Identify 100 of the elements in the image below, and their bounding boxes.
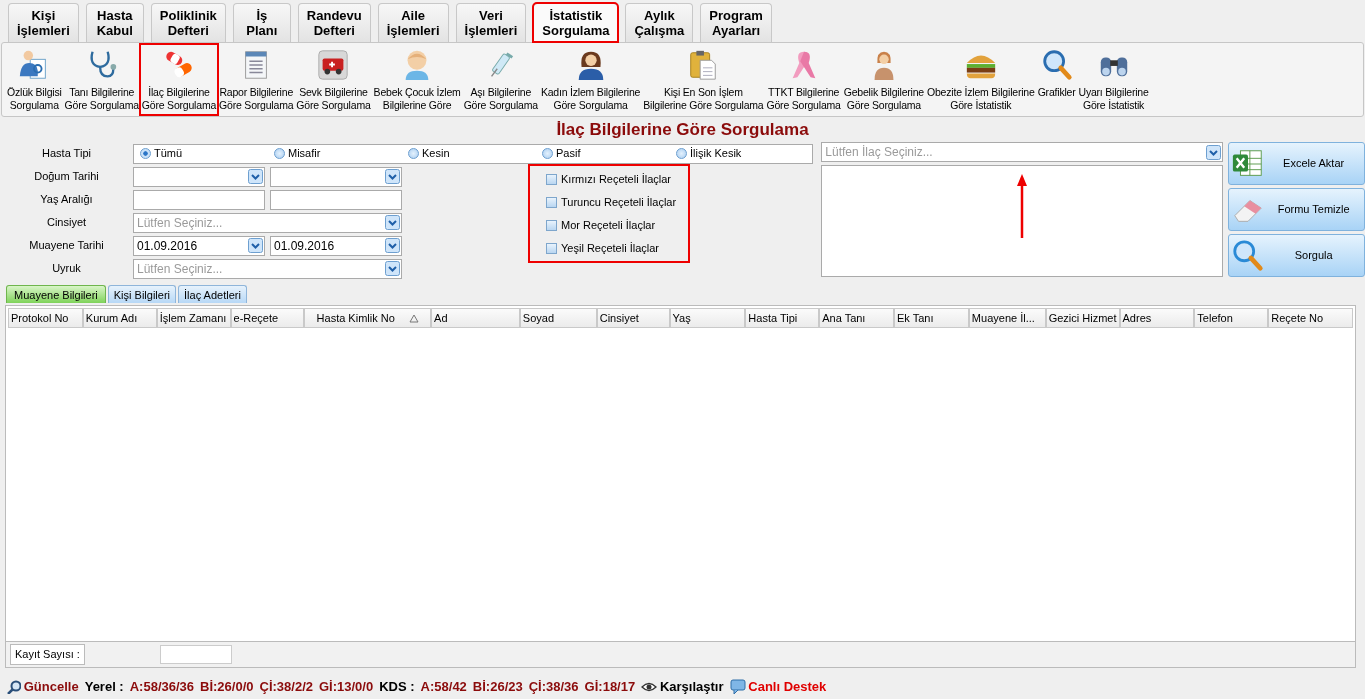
toolbar-item[interactable]: Kadın İzlem Bilgilerine Göre Sorgulama — [539, 45, 642, 114]
checkbox[interactable] — [546, 174, 557, 185]
column-header[interactable]: Ek Tanı — [894, 308, 969, 328]
dropdown-icon — [1206, 144, 1222, 160]
radio-label: Pasif — [556, 146, 581, 162]
menu-tab[interactable]: Hasta Kabul — [85, 3, 144, 42]
eye-icon — [641, 680, 658, 694]
checkbox[interactable] — [546, 197, 557, 208]
toolbar-item[interactable]: İlaç Bilgilerine Göre Sorgulama — [140, 45, 218, 114]
status-count: Gİ:18/17 — [584, 678, 636, 697]
column-header[interactable]: Yaş — [669, 308, 746, 328]
radio-button[interactable] — [140, 148, 151, 159]
menu-tab[interactable]: Kişi İşlemleri — [8, 3, 79, 42]
field-label: Hasta Tipi — [41, 146, 92, 162]
checkbox[interactable] — [546, 243, 557, 254]
menu-tab[interactable]: Poliklinik Defteri — [150, 3, 226, 42]
combo-box[interactable] — [270, 166, 402, 187]
list-box[interactable] — [821, 165, 1224, 277]
status-count: A:58/36/36 — [129, 678, 195, 697]
field-label: Uyruk — [51, 261, 82, 277]
toolbar-item[interactable]: Obezite İzlem Bilgilerine Göre İstatistik — [926, 45, 1036, 114]
action-button[interactable]: Formu Temizle — [1228, 188, 1365, 231]
column-header[interactable]: Soyad — [519, 308, 597, 328]
status-count: Çİ:38/2/2 — [259, 678, 313, 697]
checkbox-label: Yeşil Reçeteli İlaçlar — [561, 241, 660, 257]
radio-label: Kesin — [422, 146, 450, 162]
combo-box[interactable]: 01.09.2016 — [133, 235, 265, 256]
menu-tab[interactable]: İstatistik Sorgulama — [533, 3, 619, 42]
menu-tab[interactable]: Aile İşlemleri — [377, 3, 449, 42]
checkbox[interactable] — [546, 220, 557, 231]
count-label: Kayıt Sayısı : — [10, 644, 85, 665]
compare-link[interactable]: Karşılaştır — [641, 677, 724, 697]
toolbar-item[interactable]: Kişi En Son İşlem Bilgilerine Göre Sorgulama — [642, 45, 765, 114]
support-link[interactable]: Canlı Destek — [729, 677, 827, 697]
status-count: A:58/42 — [420, 678, 467, 697]
page-title: İlaç Bilgilerine Göre Sorgulama — [555, 120, 810, 140]
column-header[interactable]: Ad — [431, 308, 520, 328]
toolbar-item[interactable]: Aşı Bilgilerine Göre Sorgulama — [462, 45, 539, 114]
toolbar-item[interactable]: Gebelik Bilgilerine Göre Sorgulama — [842, 45, 925, 114]
status-label: Yerel : — [84, 678, 124, 697]
dropdown-icon — [385, 169, 400, 184]
column-header[interactable]: Reçete No — [1268, 308, 1353, 328]
tab[interactable]: Muayene Bilgileri — [6, 285, 106, 303]
radio-button[interactable] — [542, 148, 553, 159]
column-header[interactable]: Protokol No — [8, 308, 83, 328]
toolbar-item[interactable]: Grafikler — [1036, 45, 1077, 101]
checkbox-label: Turuncu Reçeteli İlaçlar — [561, 195, 677, 211]
field-label: Doğum Tarihi — [33, 169, 100, 185]
toolbar-item[interactable]: Uyarı Bilgilerine Göre İstatistik — [1077, 45, 1150, 114]
dropdown-icon — [248, 169, 263, 184]
status-count: Gİ:13/0/0 — [319, 678, 374, 697]
menu-tab[interactable]: Aylık Çalışma — [625, 3, 694, 42]
column-header[interactable]: Hasta Tipi — [745, 308, 820, 328]
column-header[interactable]: Gezici Hizmet — [1045, 308, 1120, 328]
action-button[interactable]: Sorgula — [1228, 234, 1365, 277]
toolbar-item[interactable]: TTKT Bilgilerine Göre Sorgulama — [765, 45, 842, 114]
dropdown-icon — [385, 215, 400, 230]
text-field[interactable] — [270, 189, 402, 210]
status-count: Bİ:26/23 — [472, 678, 523, 697]
checkbox-label: Kırmızı Reçeteli İlaçlar — [561, 172, 672, 188]
status-label: KDS : — [379, 678, 415, 697]
field-label: Cinsiyet — [45, 215, 88, 231]
toolbar-item[interactable]: Özlük Bilgisi Sorgulama — [6, 45, 63, 114]
column-header[interactable]: e-Reçete — [230, 308, 305, 328]
menu-tab[interactable]: Veri İşlemleri — [455, 3, 527, 42]
tab[interactable]: İlaç Adetleri — [178, 285, 247, 303]
ambulance-icon — [316, 48, 351, 82]
refresh-link[interactable]: Güncelle — [7, 677, 79, 697]
toolbar-item[interactable]: Rapor Bilgilerine Göre Sorgulama — [218, 45, 295, 114]
tab[interactable]: Kişi Bilgileri — [107, 285, 176, 303]
action-button[interactable]: Excele Aktar — [1228, 142, 1365, 185]
chat-icon — [729, 679, 746, 695]
combo-box[interactable]: 01.09.2016 — [270, 235, 402, 256]
column-header[interactable]: Ana Tanı — [819, 308, 895, 328]
menu-tab[interactable]: İş Planı — [232, 3, 291, 42]
radio-label: İlişik Kesik — [690, 146, 742, 162]
search-icon — [1231, 238, 1266, 273]
dropdown-icon — [248, 238, 263, 253]
column-header[interactable]: İşlem Zamanı — [156, 308, 231, 328]
column-header[interactable]: Kurum Adı — [82, 308, 157, 328]
column-header[interactable]: Adres — [1119, 308, 1195, 328]
menu-tab[interactable]: Program Ayarları — [700, 3, 772, 42]
toolbar-item[interactable]: Tanı Bilgilerine Göre Sorgulama — [63, 45, 140, 114]
radio-button[interactable] — [676, 148, 687, 159]
column-header[interactable]: Telefon — [1194, 308, 1269, 328]
combo-box[interactable] — [133, 166, 265, 187]
toolbar-item[interactable]: Sevk Bilgilerine Göre Sorgulama — [295, 45, 372, 114]
checkbox-label: Mor Reçeteli İlaçlar — [561, 218, 656, 234]
menu-tab[interactable]: Randevu Defteri — [297, 3, 371, 42]
radio-button[interactable] — [274, 148, 285, 159]
column-header[interactable]: Hasta Kimlik No — [304, 308, 432, 328]
dropdown-icon — [385, 261, 400, 276]
search-icon — [7, 680, 21, 694]
text-field[interactable] — [133, 189, 265, 210]
column-header[interactable]: Muayene İl... — [968, 308, 1046, 328]
toolbar-item[interactable]: Bebek Çocuk İzlem Bilgilerine Göre — [372, 45, 462, 114]
dropdown-icon — [385, 238, 400, 253]
radio-label: Misafir — [288, 146, 321, 162]
column-header[interactable]: Cinsiyet — [596, 308, 670, 328]
radio-button[interactable] — [408, 148, 419, 159]
